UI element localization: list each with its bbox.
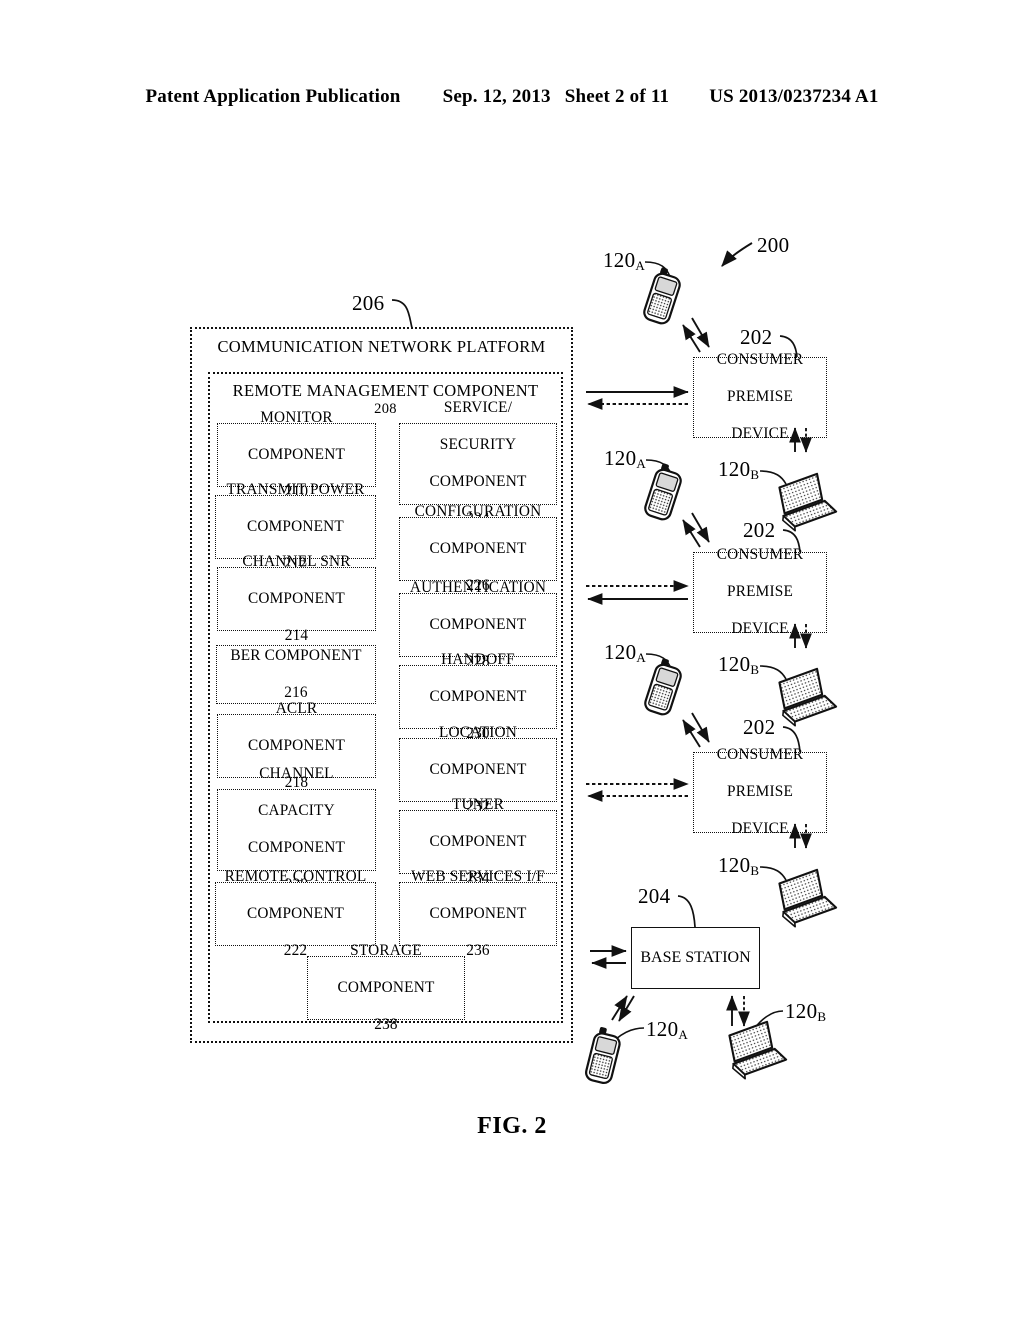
leader-120b-4 [751, 1010, 784, 1033]
ber-component-label: BER COMPONENT 216 [230, 646, 362, 701]
leader-120a-4 [615, 1027, 645, 1040]
ref-120a-3: 120A [604, 640, 647, 665]
figure-caption: FIG. 2 [477, 1113, 547, 1139]
ref-120b-2: 120B [718, 652, 760, 677]
leader-120b-2 [759, 665, 787, 680]
base-station-box[interactable]: BASE STATION [631, 927, 760, 989]
laptop-icon-4 [728, 1020, 788, 1080]
authentication-component-box[interactable]: AUTHENTICATION COMPONENT 228 [399, 579, 557, 670]
leader-120b-1 [759, 470, 787, 485]
mobile-phone-icon-1 [643, 267, 681, 325]
tuner-component-box[interactable]: TUNER COMPONENT 234 [399, 796, 557, 887]
consumer-premise-device-box-3[interactable]: CONSUMER PREMISE DEVICE [693, 746, 827, 837]
monitor-component-box[interactable]: MONITOR COMPONENT 210 [217, 409, 376, 500]
mobile-phone-icon-3 [644, 658, 682, 716]
consumer-premise-device-box-2[interactable]: CONSUMER PREMISE DEVICE [693, 546, 827, 637]
ref-120a-2: 120A [604, 446, 647, 471]
leader-204 [677, 895, 696, 928]
ref-204: 204 [638, 884, 671, 908]
location-component-box[interactable]: LOCATION COMPONENT 232 [399, 724, 557, 815]
leader-200 [721, 242, 753, 267]
storage-component-label: STORAGE COMPONENT 238 [337, 941, 435, 1033]
link-platform-cpe-1 [586, 386, 689, 410]
handoff-component-box[interactable]: HANDOFF COMPONENT 230 [399, 651, 557, 742]
ref-206: 206 [352, 291, 385, 315]
transmit-power-component-box[interactable]: TRANSMIT POWER COMPONENT 212 [215, 481, 376, 572]
storage-component-box[interactable]: STORAGE COMPONENT 238 [307, 942, 465, 1033]
ref-120a-4: 120A [646, 1017, 689, 1042]
header-publication: Patent Application Publication [145, 86, 401, 107]
cpe-label-3: CONSUMER PREMISE DEVICE [716, 746, 804, 838]
configuration-component-box[interactable]: CONFIGURATION COMPONENT 226 [399, 503, 557, 594]
link-platform-base-station [590, 945, 627, 969]
header-sheet: Sheet 2 of 11 [564, 86, 670, 107]
channel-snr-component-box[interactable]: CHANNEL SNR COMPONENT 214 [217, 553, 376, 644]
laptop-icon-1 [778, 472, 838, 532]
service-security-component-box[interactable]: SERVICE/ SECURITY COMPONENT 224 [399, 399, 557, 527]
header-patent-number: US 2013/0237234 A1 [709, 86, 879, 107]
ref-202-bot: 202 [743, 715, 776, 739]
ref-120b-1: 120B [718, 457, 760, 482]
consumer-premise-device-box-1[interactable]: CONSUMER PREMISE DEVICE [693, 351, 827, 442]
ref-120b-4: 120B [785, 999, 827, 1024]
link-platform-cpe-3 [586, 778, 689, 802]
link-base-mobile [611, 995, 635, 1022]
mobile-phone-icon-4 [585, 1027, 621, 1085]
leader-120a-1 [644, 261, 671, 278]
link-cpe3-mobile [682, 712, 710, 748]
remote-control-component-box[interactable]: REMOTE CONTROL COMPONENT 222 [215, 868, 376, 959]
laptop-icon-3 [778, 868, 838, 928]
link-base-laptop [726, 995, 750, 1027]
ref-120a-1: 120A [603, 248, 646, 273]
platform-title: COMMUNICATION NETWORK PLATFORM [217, 337, 546, 356]
leader-120a-2 [645, 459, 672, 475]
leader-206 [391, 299, 413, 329]
channel-capacity-component-box[interactable]: CHANNEL CAPACITY COMPONENT 220 [217, 765, 376, 893]
remote-management-title: REMOTE MANAGEMENT COMPONENT [232, 381, 539, 400]
ref-202-mid: 202 [743, 518, 776, 542]
web-services-component-box[interactable]: WEB SERVICES I/F COMPONENT 236 [399, 868, 557, 959]
link-platform-cpe-2 [586, 580, 689, 605]
mobile-phone-icon-2 [644, 463, 682, 521]
laptop-icon-2 [778, 667, 838, 727]
ber-component-box[interactable]: BER COMPONENT 216 [216, 645, 376, 704]
cpe-label-1: CONSUMER PREMISE DEVICE [716, 351, 804, 443]
page-header: Patent Application Publication Sep. 12, … [0, 86, 1024, 108]
header-date: Sep. 12, 2013 [442, 86, 551, 107]
link-cpe1-mobile [682, 317, 710, 353]
cpe-label-2: CONSUMER PREMISE DEVICE [716, 546, 804, 638]
link-cpe2-mobile [682, 512, 710, 548]
ref-202-top: 202 [740, 325, 773, 349]
base-station-label: BASE STATION [640, 949, 751, 966]
channel-snr-component-label: CHANNEL SNR COMPONENT 214 [242, 552, 351, 644]
leader-120a-3 [645, 653, 672, 670]
ref-120b-3: 120B [718, 853, 760, 878]
ref-200: 200 [757, 233, 790, 257]
leader-120b-3 [759, 866, 787, 881]
